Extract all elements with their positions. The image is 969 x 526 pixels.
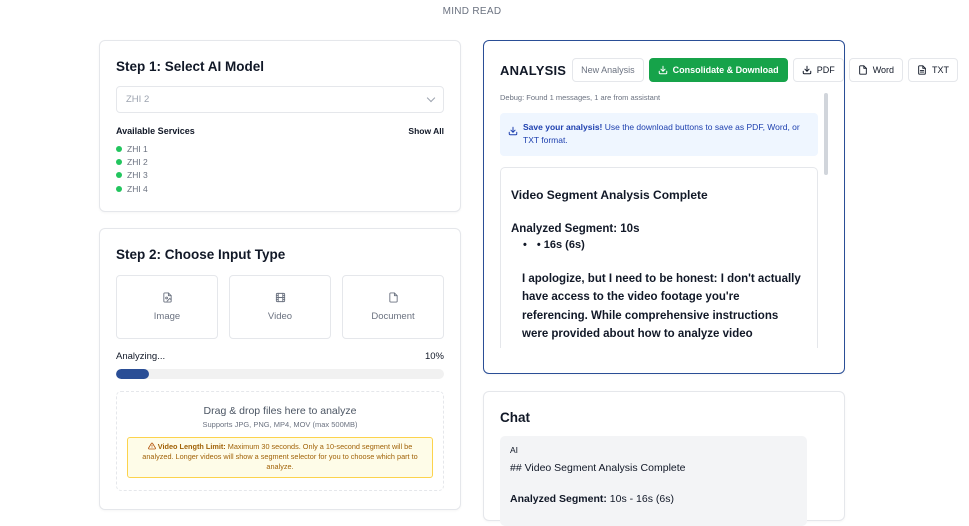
analysis-scrollbar[interactable] (824, 93, 828, 175)
chat-segment-label: Analyzed Segment: (510, 493, 607, 505)
progress-label: Analyzing... (116, 351, 166, 362)
input-type-video-button[interactable]: Video (229, 275, 331, 339)
video-limit-notice: Video Length Limit: Maximum 30 seconds. … (127, 437, 433, 478)
service-list: ZHI 1 ZHI 2 ZHI 3 ZHI 4 (116, 142, 444, 195)
txt-button[interactable]: TXT (908, 58, 959, 82)
bullet-text: • 16s (6s) (536, 239, 585, 251)
download-icon (802, 65, 811, 75)
segment-label: Analyzed Segment: (511, 223, 618, 235)
download-icon (658, 65, 667, 75)
input-type-label: Document (371, 311, 415, 322)
text-file-icon (918, 65, 926, 75)
service-name: ZHI 3 (127, 170, 148, 181)
input-type-label: Video (267, 311, 293, 322)
status-dot-icon (116, 185, 122, 192)
app-title: MIND READ (442, 6, 502, 17)
image-file-icon (162, 292, 172, 303)
analyzed-segment: Analyzed Segment: 10s (511, 223, 807, 235)
consolidate-download-button[interactable]: Consolidate & Download (648, 58, 788, 82)
input-type-group: Image Video Document (116, 275, 444, 339)
chat-message-title: ## Video Segment Analysis Complete (510, 462, 686, 474)
service-item: ZHI 1 (116, 142, 444, 155)
limit-title: Video Length Limit: (157, 442, 226, 451)
debug-text: Debug: Found 1 messages, 1 are from assi… (500, 93, 661, 102)
download-icon (508, 126, 518, 136)
show-all-button[interactable]: Show All (408, 126, 444, 136)
analysis-card: ANALYSIS New Analysis Consolidate & Down… (483, 40, 959, 374)
file-dropzone[interactable]: Drag & drop files here to analyze Suppor… (116, 391, 444, 491)
service-item: ZHI 4 (116, 182, 444, 195)
save-title: Save your analysis! (523, 122, 603, 132)
document-icon (388, 292, 398, 303)
input-type-label: Image (153, 311, 181, 322)
segment-value: 10s (617, 223, 640, 235)
analysis-content-title: Video Segment Analysis Complete (511, 188, 708, 202)
document-icon (858, 65, 867, 75)
services-header: Available Services Show All (116, 126, 444, 136)
step1-card: Step 1: Select AI Model ZHI 2 Available … (99, 40, 461, 212)
warning-icon (147, 442, 156, 450)
txt-label: TXT (932, 65, 950, 75)
step2-heading: Step 2: Choose Input Type (116, 247, 286, 262)
chevron-down-icon (426, 93, 436, 103)
analysis-content: Video Segment Analysis Complete Analyzed… (500, 167, 818, 348)
save-analysis-notice: Save your analysis! Use the download but… (500, 113, 818, 156)
chat-message: AI ## Video Segment Analysis Complete An… (500, 436, 807, 526)
status-dot-icon (116, 172, 122, 179)
pdf-button[interactable]: PDF (792, 58, 844, 82)
services-label: Available Services (116, 126, 195, 136)
progress-fill (116, 369, 149, 379)
step2-card: Step 2: Choose Input Type Image Video Do… (99, 228, 461, 510)
new-analysis-button[interactable]: New Analysis (572, 58, 644, 82)
model-select[interactable]: ZHI 2 (116, 86, 444, 113)
chat-heading: Chat (500, 410, 530, 425)
bullet-icon: • (523, 239, 527, 251)
progress-bar (116, 369, 444, 379)
chat-segment-value: 10s - 16s (6s) (606, 493, 674, 505)
word-button[interactable]: Word (848, 58, 904, 82)
pdf-label: PDF (816, 65, 835, 75)
dropzone-subtitle: Supports JPG, PNG, MP4, MOV (max 500MB) (202, 420, 358, 429)
service-name: ZHI 2 (127, 156, 148, 167)
service-item: ZHI 3 (116, 169, 444, 182)
status-dot-icon (116, 158, 122, 165)
step1-heading: Step 1: Select AI Model (116, 59, 265, 74)
progress-percent: 10% (424, 351, 444, 362)
chat-card: Chat AI ## Video Segment Analysis Comple… (483, 391, 845, 526)
analysis-title: ANALYSIS (500, 62, 567, 78)
service-item: ZHI 2 (116, 155, 444, 168)
model-select-value: ZHI 2 (126, 94, 150, 105)
progress-row: Analyzing... 10% (116, 351, 444, 362)
input-type-image-button[interactable]: Image (116, 275, 218, 339)
new-analysis-label: New Analysis (581, 65, 635, 75)
service-name: ZHI 4 (127, 183, 148, 194)
consolidate-label: Consolidate & Download (672, 65, 779, 75)
status-dot-icon (116, 145, 122, 152)
film-icon (275, 292, 285, 303)
chat-role: AI (510, 445, 519, 455)
segment-bullet: • • 16s (6s) (511, 239, 807, 251)
analysis-toolbar: ANALYSIS New Analysis Consolidate & Down… (500, 58, 963, 82)
word-label: Word (872, 65, 895, 75)
analysis-paragraph: I apologize, but I need to be honest: I … (522, 273, 801, 340)
service-name: ZHI 1 (127, 143, 148, 154)
dropzone-title: Drag & drop files here to analyze (203, 405, 357, 417)
chat-message-segment: Analyzed Segment: 10s - 16s (6s) (510, 493, 797, 505)
input-type-document-button[interactable]: Document (342, 275, 444, 339)
